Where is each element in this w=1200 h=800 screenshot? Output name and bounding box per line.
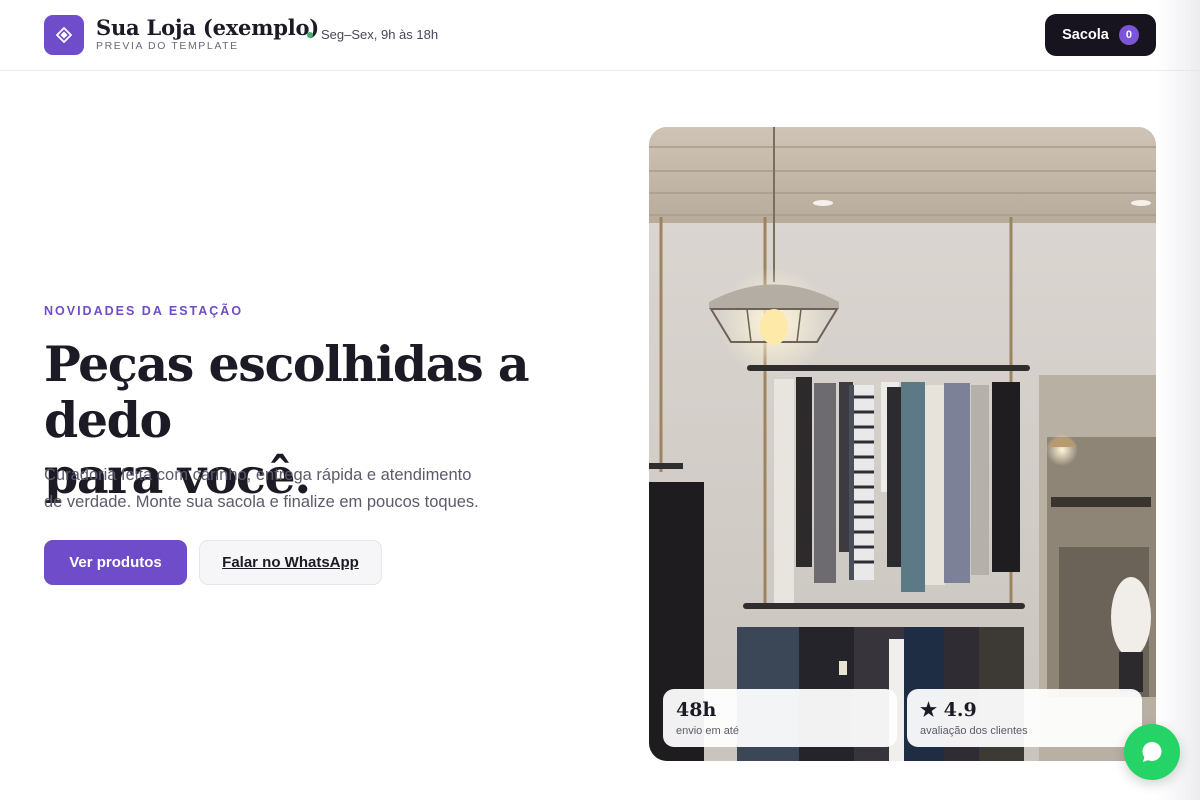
stat-card: 48h envio em até xyxy=(663,689,897,747)
stat-label: envio em até xyxy=(676,725,739,737)
whatsapp-contact-button[interactable]: Falar no WhatsApp xyxy=(199,540,382,585)
stat-value: 48h xyxy=(676,699,717,721)
hero-image xyxy=(649,127,1156,761)
opening-hours: Seg–Sex, 9h às 18h xyxy=(307,27,438,42)
opening-hours-text: Seg–Sex, 9h às 18h xyxy=(321,27,439,42)
brand-subtitle: PREVIA DO TEMPLATE xyxy=(96,40,239,52)
bag-button-label: Sacola xyxy=(1062,27,1109,43)
site-header: Sua Loja (exemplo) PREVIA DO TEMPLATE Se… xyxy=(0,0,1200,71)
whatsapp-chat-icon xyxy=(1142,742,1162,762)
hero-headline-line1: Peças escolhidas a dedo xyxy=(44,335,530,449)
diamond-icon xyxy=(56,27,72,43)
stat-label: avaliação dos clientes xyxy=(920,725,1028,737)
clothing-store-photo xyxy=(649,127,1156,761)
hero-subtext: Curadoria feita com carinho, entrega ráp… xyxy=(44,462,514,516)
hero-subtext-line1: Curadoria feita com carinho, entrega ráp… xyxy=(44,466,472,484)
view-products-button[interactable]: Ver produtos xyxy=(44,540,187,585)
bag-button[interactable]: Sacola 0 xyxy=(1045,14,1156,56)
brand-name[interactable]: Sua Loja (exemplo) xyxy=(96,15,319,40)
store-logo[interactable] xyxy=(44,15,84,55)
page-edge-shadow xyxy=(1156,0,1200,800)
hero-subtext-line2: de verdade. Monte sua sacola e finalize … xyxy=(44,493,479,511)
whatsapp-float-button[interactable] xyxy=(1124,724,1180,780)
bag-count-badge: 0 xyxy=(1118,25,1139,45)
hero-eyebrow: NOVIDADES DA ESTAÇÃO xyxy=(44,304,244,318)
status-dot-icon xyxy=(307,31,313,38)
stat-card: ★ 4.9 avaliação dos clientes xyxy=(907,689,1142,747)
stat-value: ★ 4.9 xyxy=(920,699,977,721)
